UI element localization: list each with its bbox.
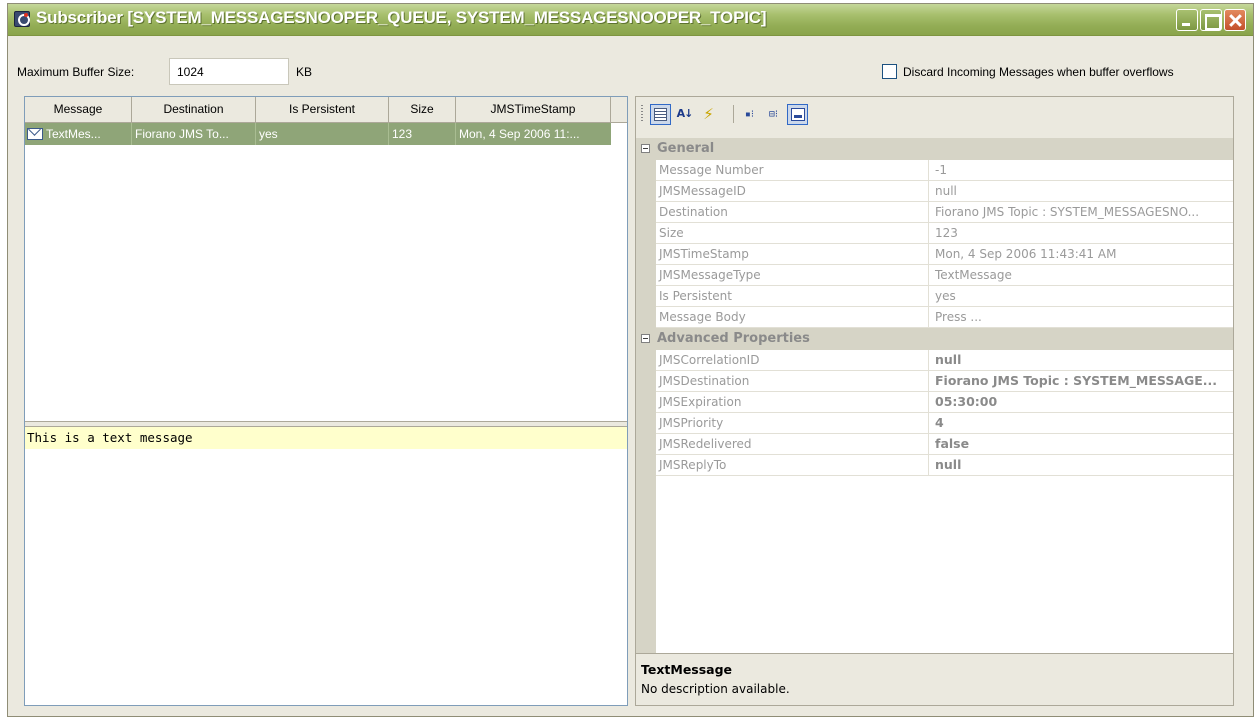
property-row[interactable]: Size 123 bbox=[636, 223, 1233, 244]
message-table[interactable]: Message Destination Is Persistent Size J… bbox=[25, 97, 627, 421]
property-name: JMSExpiration bbox=[656, 392, 929, 413]
envelope-icon bbox=[27, 128, 43, 140]
property-name: Message Body bbox=[656, 307, 929, 328]
description-title: TextMessage bbox=[641, 662, 733, 677]
events-icon[interactable]: ⚡ bbox=[698, 104, 719, 125]
property-row[interactable]: Message Number -1 bbox=[636, 160, 1233, 181]
property-name: JMSTimeStamp bbox=[656, 244, 929, 265]
column-header-filler bbox=[611, 97, 627, 123]
grid-margin bbox=[636, 476, 656, 653]
property-name: Size bbox=[656, 223, 929, 244]
property-row[interactable]: JMSReplyTo null bbox=[636, 455, 1233, 476]
property-name: JMSReplyTo bbox=[656, 455, 929, 476]
property-row[interactable]: Message Body Press ... bbox=[636, 307, 1233, 328]
title-bar[interactable]: Subscriber [SYSTEM_MESSAGESNOOPER_QUEUE,… bbox=[8, 4, 1253, 36]
property-name: JMSDestination bbox=[656, 371, 929, 392]
description-panel: TextMessage No description available. bbox=[636, 653, 1233, 705]
description-text: No description available. bbox=[641, 682, 790, 696]
maximize-button[interactable] bbox=[1200, 9, 1222, 31]
toolbar-grip[interactable] bbox=[641, 105, 643, 123]
property-row[interactable]: JMSRedelivered false bbox=[636, 434, 1233, 455]
property-value: false bbox=[935, 436, 970, 451]
message-panel: Message Destination Is Persistent Size J… bbox=[24, 96, 628, 706]
category-title: General bbox=[657, 141, 715, 156]
alphabetical-icon[interactable]: A↓ bbox=[674, 104, 695, 125]
column-header-destination[interactable]: Destination bbox=[132, 97, 256, 123]
property-value: null bbox=[935, 352, 962, 367]
property-name: JMSMessageType bbox=[656, 265, 929, 286]
property-row[interactable]: JMSMessageType TextMessage bbox=[636, 265, 1233, 286]
property-row[interactable]: JMSTimeStamp Mon, 4 Sep 2006 11:43:41 AM bbox=[636, 244, 1233, 265]
property-row[interactable]: JMSMessageID null bbox=[636, 181, 1233, 202]
window-title: Subscriber [SYSTEM_MESSAGESNOOPER_QUEUE,… bbox=[36, 8, 767, 27]
property-name: Is Persistent bbox=[656, 286, 929, 307]
property-toolbar: A↓ ⚡ ▪⁝ ⊟⁝ bbox=[636, 97, 1233, 131]
close-button[interactable] bbox=[1224, 9, 1246, 31]
property-name: Message Number bbox=[656, 160, 929, 181]
property-value[interactable]: Press ... bbox=[932, 307, 1232, 328]
property-row[interactable]: JMSExpiration 05:30:00 bbox=[636, 392, 1233, 413]
property-value: Mon, 4 Sep 2006 11:43:41 AM bbox=[935, 247, 1117, 261]
buffer-size-input[interactable]: 1024 bbox=[169, 58, 289, 85]
property-value: TextMessage bbox=[935, 268, 1012, 282]
collapse-toggle-icon[interactable] bbox=[641, 334, 650, 343]
property-value: 4 bbox=[935, 415, 944, 430]
property-value: null bbox=[935, 184, 957, 198]
property-row[interactable]: JMSCorrelationID null bbox=[636, 350, 1233, 371]
property-name: JMSPriority bbox=[656, 413, 929, 434]
cell-timestamp: Mon, 4 Sep 2006 11:... bbox=[459, 127, 580, 141]
minimize-button[interactable] bbox=[1176, 9, 1198, 31]
cell-persistent: yes bbox=[256, 123, 389, 145]
message-body-area[interactable]: This is a text message bbox=[25, 427, 627, 705]
collapse-toggle-icon[interactable] bbox=[641, 144, 650, 153]
property-value: null bbox=[935, 457, 962, 472]
buffer-unit-label: KB bbox=[296, 65, 313, 79]
cell-message: TextMes... bbox=[25, 123, 132, 145]
discard-label[interactable]: Discard Incoming Messages when buffer ov… bbox=[903, 65, 1174, 79]
categorized-icon[interactable] bbox=[650, 104, 671, 125]
column-header-message[interactable]: Message bbox=[25, 97, 132, 123]
property-value: yes bbox=[935, 289, 956, 303]
toolbar-separator bbox=[733, 105, 734, 123]
property-value: Fiorano JMS Topic : SYSTEM_MESSAGE... bbox=[935, 373, 1218, 388]
column-header-size[interactable]: Size bbox=[389, 97, 456, 123]
category-title: Advanced Properties bbox=[657, 331, 810, 346]
app-icon[interactable] bbox=[14, 11, 30, 27]
property-grid[interactable]: General Message Number -1 JMSMessageID n… bbox=[636, 138, 1233, 653]
property-value: 123 bbox=[935, 226, 958, 240]
property-value: -1 bbox=[935, 163, 947, 177]
table-row[interactable]: TextMes... Fiorano JMS To... yes 123 Mon… bbox=[25, 123, 611, 145]
column-header-is-persistent[interactable]: Is Persistent bbox=[256, 97, 389, 123]
property-name: JMSRedelivered bbox=[656, 434, 929, 455]
category-general[interactable]: General bbox=[636, 138, 1233, 160]
property-sheet: A↓ ⚡ ▪⁝ ⊟⁝ General Message Number -1 JMS… bbox=[635, 96, 1234, 706]
message-body-text: This is a text message bbox=[25, 427, 627, 449]
property-name: JMSMessageID bbox=[656, 181, 929, 202]
column-header-jmstimestamp[interactable]: JMSTimeStamp bbox=[456, 97, 611, 123]
property-row[interactable]: JMSPriority 4 bbox=[636, 413, 1233, 434]
discard-checkbox[interactable] bbox=[882, 64, 897, 79]
property-name: Destination bbox=[656, 202, 929, 223]
property-name: JMSCorrelationID bbox=[656, 350, 929, 371]
cell-message-text: TextMes... bbox=[46, 127, 101, 141]
collapse-all-icon[interactable]: ⊟⁝ bbox=[763, 104, 784, 125]
property-row[interactable]: Is Persistent yes bbox=[636, 286, 1233, 307]
expand-all-icon[interactable]: ▪⁝ bbox=[739, 104, 760, 125]
category-advanced-properties[interactable]: Advanced Properties bbox=[636, 328, 1233, 350]
cell-size: 123 bbox=[389, 123, 456, 145]
table-header: Message Destination Is Persistent Size J… bbox=[25, 97, 627, 123]
buffer-size-label: Maximum Buffer Size: bbox=[17, 65, 135, 79]
description-toggle-icon[interactable] bbox=[787, 104, 808, 125]
cell-destination: Fiorano JMS To... bbox=[132, 123, 256, 145]
property-row[interactable]: Destination Fiorano JMS Topic : SYSTEM_M… bbox=[636, 202, 1233, 223]
property-value: Fiorano JMS Topic : SYSTEM_MESSAGESNO... bbox=[935, 205, 1200, 219]
property-row[interactable]: JMSDestination Fiorano JMS Topic : SYSTE… bbox=[636, 371, 1233, 392]
property-value: 05:30:00 bbox=[935, 394, 998, 409]
